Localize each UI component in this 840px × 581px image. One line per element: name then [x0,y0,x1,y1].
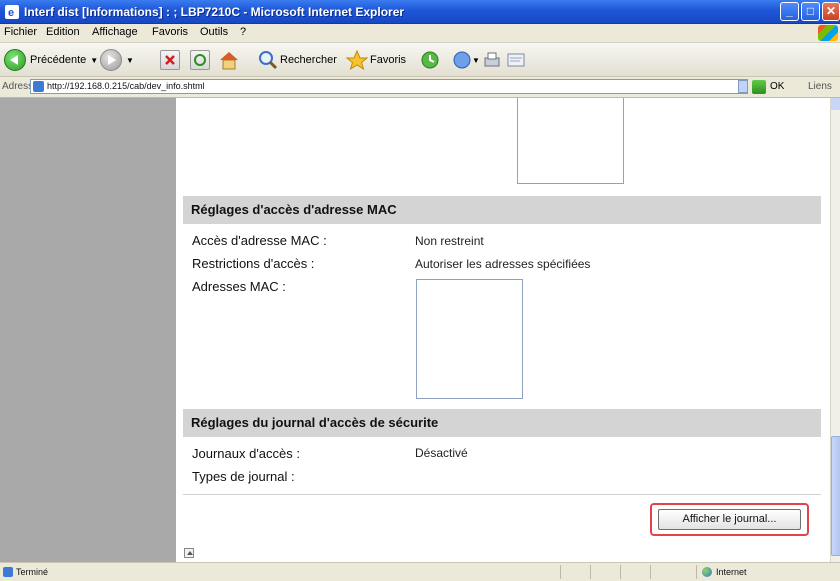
favorites-label: Favoris [370,54,407,66]
edit-button[interactable] [506,49,526,71]
page-done-icon [3,567,13,577]
chevron-down-icon: ▼ [126,55,134,65]
menu-view[interactable]: Affichage [92,26,138,38]
close-button[interactable]: ✕ [822,2,840,21]
scroll-up-button[interactable] [831,98,840,110]
address-bar: Adresse http://192.168.0.215/cab/dev_inf… [0,77,840,98]
favorites-star-icon [346,50,368,70]
links-button[interactable]: Liens [808,81,832,92]
refresh-icon [190,50,210,70]
edit-page-icon [507,53,525,67]
show-log-button[interactable]: Afficher le journal... [658,509,801,530]
status-divider [560,565,561,579]
ie-icon: e [4,4,20,20]
mac-addresses-label: Adresses MAC : [192,279,286,294]
address-url: http://192.168.0.215/cab/dev_info.shtml [47,81,205,91]
mail-icon [453,51,471,69]
highlight-frame: Afficher le journal... [650,503,809,536]
refresh-button[interactable] [190,49,210,71]
back-button[interactable]: Précédente ▼ [4,49,98,71]
stop-icon [160,50,180,70]
search-button[interactable]: Rechercher [258,49,337,71]
mac-access-label: Accès d'adresse MAC : [192,233,327,248]
status-divider [590,565,591,579]
status-divider [650,565,651,579]
mac-address-list[interactable] [416,279,523,399]
search-label: Rechercher [280,54,337,66]
access-restrictions-value: Autoriser les adresses spécifiées [415,257,591,271]
mail-button[interactable]: ▼ [452,49,480,71]
back-label: Précédente [30,54,87,66]
status-divider [620,565,621,579]
scroll-up-arrow-icon[interactable] [184,548,194,558]
status-text: Terminé [16,567,49,577]
toolbar: Précédente ▼ ▼ Rechercher Favoris ▼ [0,43,840,77]
minimize-button[interactable]: _ [780,2,799,21]
mac-section-header: Réglages d'accès d'adresse MAC [183,196,821,224]
chevron-down-icon: ▼ [472,55,480,65]
zone-label: Internet [716,567,747,577]
menu-tools[interactable]: Outils [200,26,228,38]
forward-arrow-icon [100,49,122,71]
scroll-thumb[interactable] [831,436,840,556]
stop-button[interactable] [160,49,180,71]
chevron-down-icon: ▼ [90,55,99,65]
log-types-label: Types de journal : [192,469,295,484]
page-content: Réglages d'accès d'adresse MAC Accès d'a… [0,98,830,562]
status-divider [696,565,697,579]
previous-address-list[interactable] [517,98,624,184]
menu-bar: Fichier Edition Affichage Favoris Outils… [0,24,840,43]
page-icon [33,81,44,92]
log-section-header: Réglages du journal d'accès de sécurite [183,409,821,437]
left-nav-panel [0,98,176,562]
search-icon [259,51,278,70]
favorites-button[interactable]: Favoris [346,49,406,71]
menu-help[interactable]: ? [240,26,246,38]
address-field[interactable]: http://192.168.0.215/cab/dev_info.shtml [30,79,748,94]
access-logs-label: Journaux d'accès : [192,446,300,461]
window-title: Interf dist [Informations] : ; LBP7210C … [24,5,405,19]
history-icon [421,51,439,69]
mac-access-value: Non restreint [415,234,484,248]
title-bar: e Interf dist [Informations] : ; LBP7210… [0,0,840,24]
go-arrow-icon[interactable] [752,80,766,94]
forward-button[interactable]: ▼ [100,49,134,71]
print-icon [484,52,500,67]
svg-text:e: e [8,7,14,19]
status-bar: Terminé Internet [0,562,840,581]
windows-logo-icon [818,25,838,41]
menu-file[interactable]: Fichier [4,26,37,38]
vertical-scrollbar[interactable] [830,98,840,562]
access-restrictions-label: Restrictions d'accès : [192,256,315,271]
back-arrow-icon [4,49,26,71]
home-icon [220,52,238,70]
maximize-button[interactable]: □ [801,2,820,21]
address-dropdown[interactable] [738,80,748,93]
print-button[interactable] [482,49,502,71]
internet-zone-icon [702,567,712,577]
go-button[interactable]: OK [770,81,784,92]
home-button[interactable] [218,49,240,71]
menu-edit[interactable]: Edition [46,26,80,38]
menu-favorites[interactable]: Favoris [152,26,188,38]
access-logs-value: Désactivé [415,446,468,460]
history-button[interactable] [420,49,440,71]
divider [183,494,821,495]
